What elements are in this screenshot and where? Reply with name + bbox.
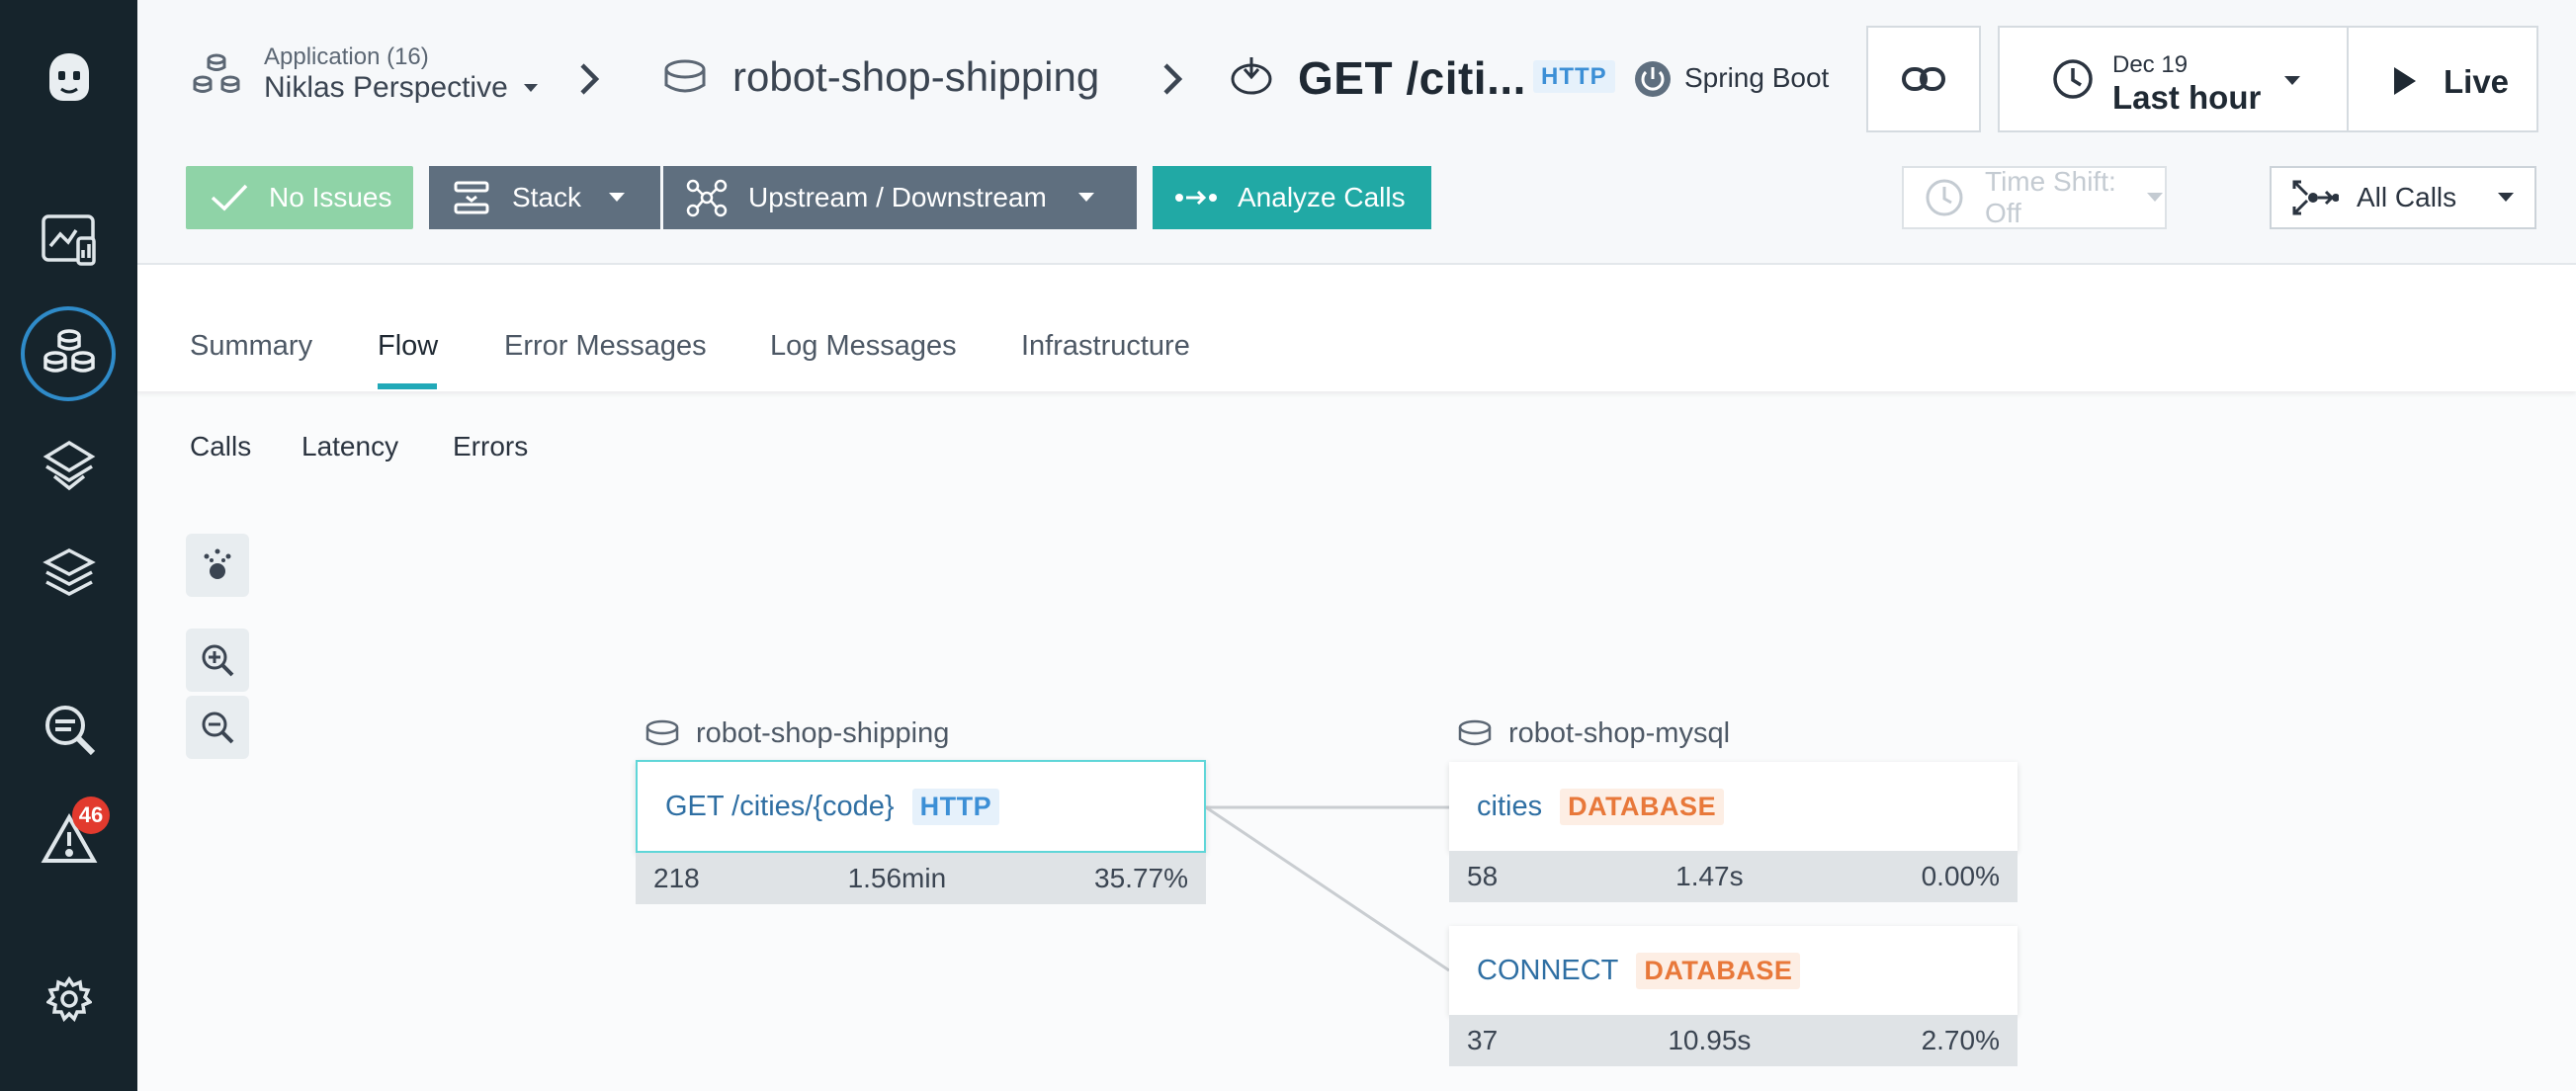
target-service-name: robot-shop-mysql bbox=[1508, 717, 1731, 749]
database-icon bbox=[644, 718, 680, 750]
source-service-name: robot-shop-shipping bbox=[696, 717, 950, 749]
target-metrics-bar: 58 1.47s 0.00% bbox=[1449, 851, 2018, 902]
source-endpoint-name: GET /cities/{code} bbox=[665, 790, 895, 822]
database-icon bbox=[1457, 718, 1493, 750]
target-latency: 1.47s bbox=[1675, 861, 1744, 891]
target-endpoint-name: CONNECT bbox=[1477, 954, 1619, 986]
target-service-label: robot-shop-mysql bbox=[1457, 717, 1730, 750]
target-error-rate: 0.00% bbox=[1921, 861, 2000, 891]
target-endpoint-name: cities bbox=[1477, 790, 1543, 822]
flow-connectors bbox=[1205, 805, 1450, 972]
target-endpoint-node[interactable]: cities DATABASE bbox=[1449, 762, 2018, 851]
source-type-badge: HTTP bbox=[911, 788, 1000, 825]
target-type-badge: DATABASE bbox=[1636, 952, 1801, 989]
source-service-label: robot-shop-shipping bbox=[644, 717, 949, 750]
target-calls: 58 bbox=[1467, 861, 1499, 891]
target-endpoint-node[interactable]: CONNECT DATABASE bbox=[1449, 926, 2018, 1015]
source-latency: 1.56min bbox=[847, 863, 947, 893]
source-endpoint-node[interactable]: GET /cities/{code} HTTP bbox=[636, 760, 1206, 853]
source-calls: 218 bbox=[653, 863, 700, 893]
source-error-rate: 35.77% bbox=[1094, 863, 1188, 893]
source-metrics-bar: 218 1.56min 35.77% bbox=[636, 853, 1206, 904]
target-metrics-bar: 37 10.95s 2.70% bbox=[1449, 1015, 2018, 1066]
target-error-rate: 2.70% bbox=[1921, 1025, 2000, 1055]
target-calls: 37 bbox=[1467, 1025, 1499, 1055]
target-latency: 10.95s bbox=[1668, 1025, 1752, 1055]
target-type-badge: DATABASE bbox=[1560, 788, 1725, 825]
